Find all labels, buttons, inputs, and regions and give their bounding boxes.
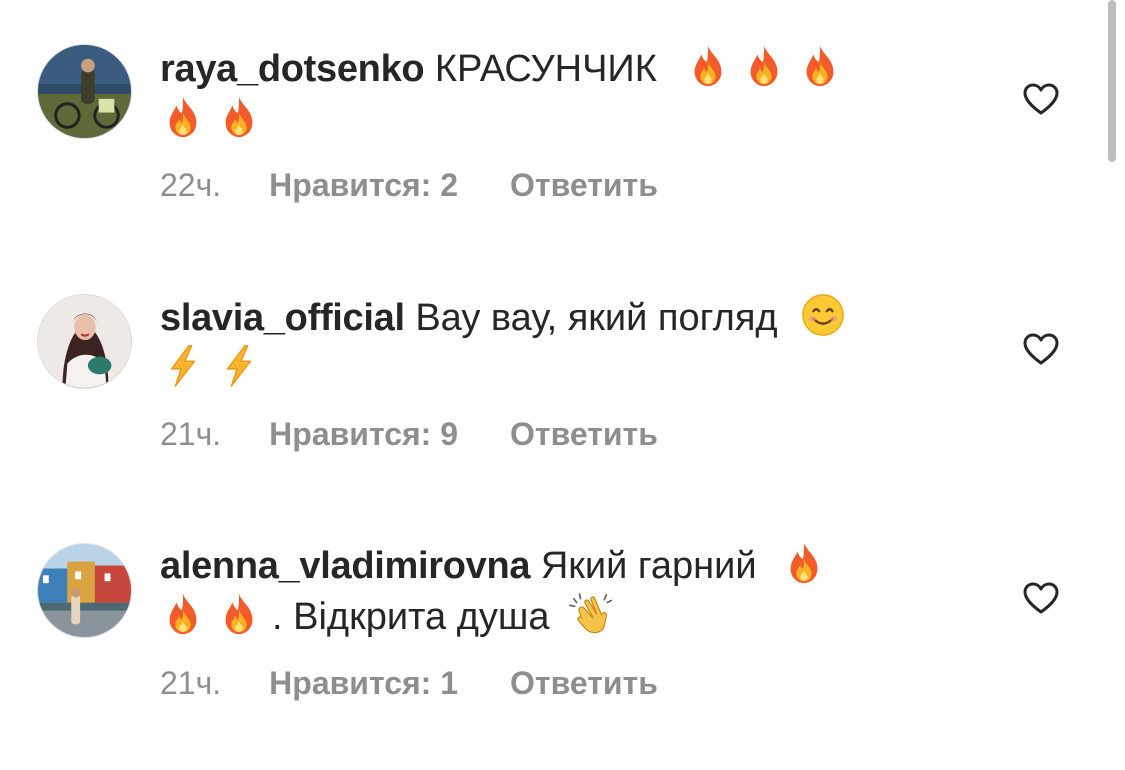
comment-message: Який гарний (540, 545, 757, 587)
comment-meta: 22ч. Нравится: 2 Ответить (160, 165, 658, 205)
likes-count-button[interactable]: Нравится: 2 (269, 165, 458, 205)
fire-icon (216, 94, 262, 140)
comment-username[interactable]: slavia_official (160, 297, 405, 339)
lightning-icon (160, 343, 206, 389)
reply-button[interactable]: Ответить (510, 165, 658, 205)
avatar[interactable] (37, 294, 132, 389)
comment-meta: 21ч. Нравится: 1 Ответить (160, 663, 658, 703)
comment-text: slavia_official Вау вау, який погляд (160, 292, 920, 394)
reply-button[interactable]: Ответить (510, 663, 658, 703)
comment-meta: 21ч. Нравится: 9 Ответить (160, 414, 658, 454)
avatar[interactable] (37, 543, 132, 638)
heart-icon[interactable] (1022, 332, 1060, 366)
heart-icon[interactable] (1022, 82, 1060, 116)
comment-username[interactable]: raya_dotsenko (160, 48, 425, 90)
comment-time: 22ч. (160, 167, 222, 203)
comment-item: raya_dotsenko КРАСУНЧИК 22ч. Нравится: 2 О… (0, 0, 1100, 230)
comment-time: 21ч. (160, 665, 222, 701)
avatar[interactable] (37, 44, 132, 139)
likes-count-button[interactable]: Нравится: 1 (269, 663, 458, 703)
comment-text: raya_dotsenko КРАСУНЧИК (160, 43, 920, 145)
fire-icon (741, 43, 787, 89)
comment-item: alenna_vladimirovna Який гарний . Відкри… (0, 500, 1100, 730)
likes-count-button[interactable]: Нравится: 9 (269, 414, 458, 454)
reply-button[interactable]: Ответить (510, 414, 658, 454)
comment-message: Вау вау, який погляд (415, 297, 778, 339)
fire-icon (216, 591, 262, 637)
comment-text: alenna_vladimirovna Який гарний . Відкри… (160, 540, 920, 642)
fire-icon (160, 94, 206, 140)
comment-message: КРАСУНЧИК (434, 48, 657, 90)
scrollbar[interactable] (1108, 0, 1116, 162)
fire-icon (685, 43, 731, 89)
smiling-face-icon (800, 292, 846, 338)
lightning-icon (216, 343, 262, 389)
comment-username[interactable]: alenna_vladimirovna (160, 545, 531, 587)
comment-message-continued: . Відкрита душа (272, 596, 550, 638)
heart-icon[interactable] (1022, 581, 1060, 615)
fire-icon (797, 43, 843, 89)
comment-item: slavia_official Вау вау, який погляд 21ч… (0, 250, 1100, 480)
comment-time: 21ч. (160, 416, 222, 452)
fire-icon (781, 540, 827, 586)
fire-icon (160, 591, 206, 637)
clapping-hands-icon (568, 591, 614, 637)
